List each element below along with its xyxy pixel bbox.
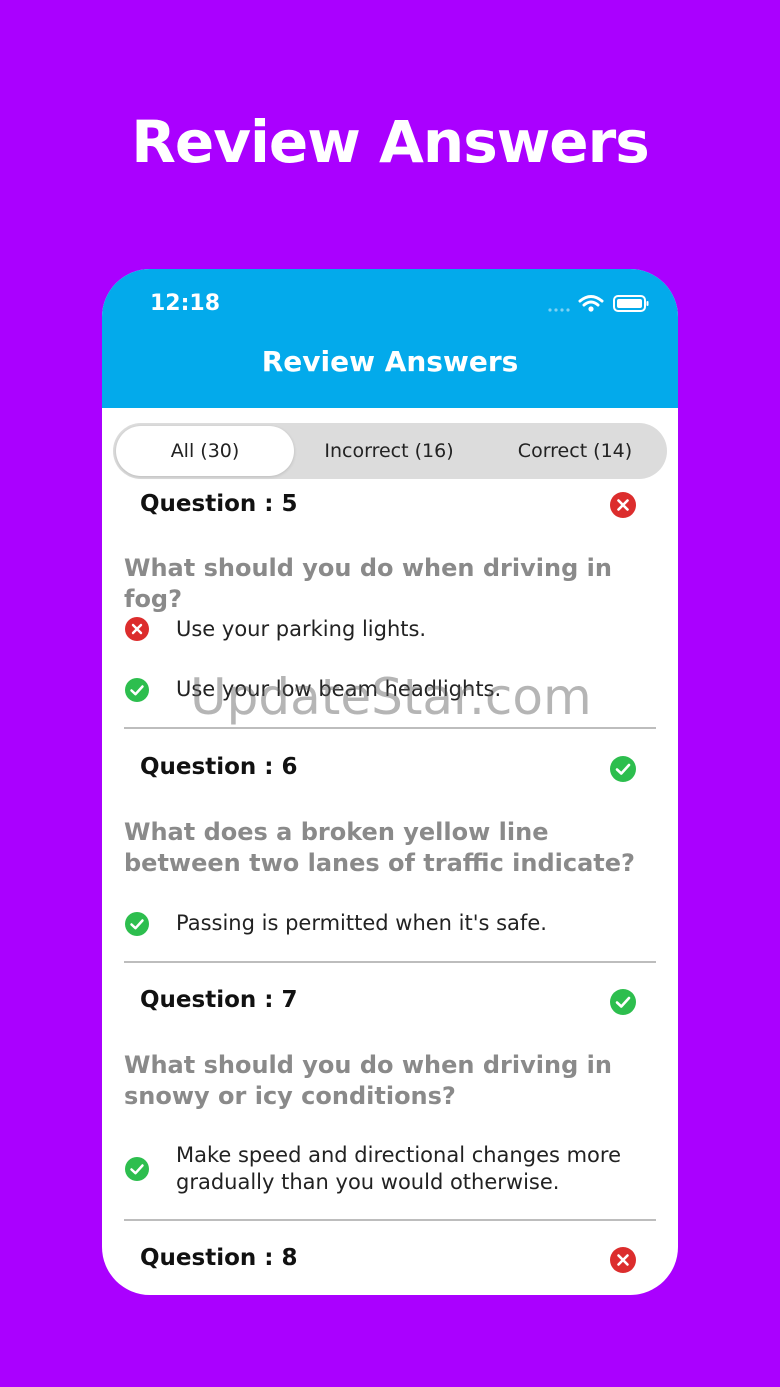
answer-text: Passing is permitted when it's safe.	[176, 911, 547, 935]
question-header: Question : 6	[140, 754, 298, 780]
answer-text: Make speed and directional changes more …	[176, 1143, 621, 1194]
divider	[124, 961, 656, 963]
correct-icon	[610, 989, 636, 1015]
question-text: What should you do when driving in fog?	[124, 554, 612, 613]
correct-icon	[125, 678, 149, 702]
tab-all[interactable]: All (30)	[116, 426, 294, 476]
nav-title: Review Answers	[261, 345, 519, 378]
status-icons	[546, 293, 650, 319]
incorrect-icon	[610, 492, 636, 518]
question-text: What does a broken yellow line between t…	[124, 818, 635, 877]
wifi-icon	[578, 295, 604, 307]
question-header: Question : 7	[140, 987, 298, 1013]
battery-icon	[613, 295, 649, 312]
promo-title: Review Answers	[131, 108, 650, 176]
incorrect-icon	[610, 1247, 636, 1273]
incorrect-icon	[125, 617, 149, 641]
question-text: What should you do when driving in snowy…	[124, 1051, 612, 1110]
divider	[124, 727, 656, 729]
tab-correct[interactable]: Correct (14)	[483, 426, 667, 476]
question-header: Question : 8	[140, 1245, 298, 1271]
question-header: Question : 5	[140, 491, 298, 517]
phone-screen: 12:18 Review Answers All (30) Incorrect …	[102, 269, 678, 1295]
answer-text: Use your parking lights.	[176, 617, 427, 641]
tab-incorrect[interactable]: Incorrect (16)	[299, 426, 479, 476]
navigation-bar: 12:18 Review Answers	[102, 269, 678, 408]
correct-icon	[125, 912, 149, 936]
correct-icon	[125, 1157, 149, 1181]
correct-icon	[610, 756, 636, 782]
status-time: 12:18	[150, 291, 221, 316]
divider	[124, 1219, 656, 1221]
signal-icon	[548, 308, 570, 312]
filter-segmented-control: All (30) Incorrect (16) Correct (14)	[113, 423, 667, 479]
watermark: UpdateStar.com	[190, 668, 592, 726]
